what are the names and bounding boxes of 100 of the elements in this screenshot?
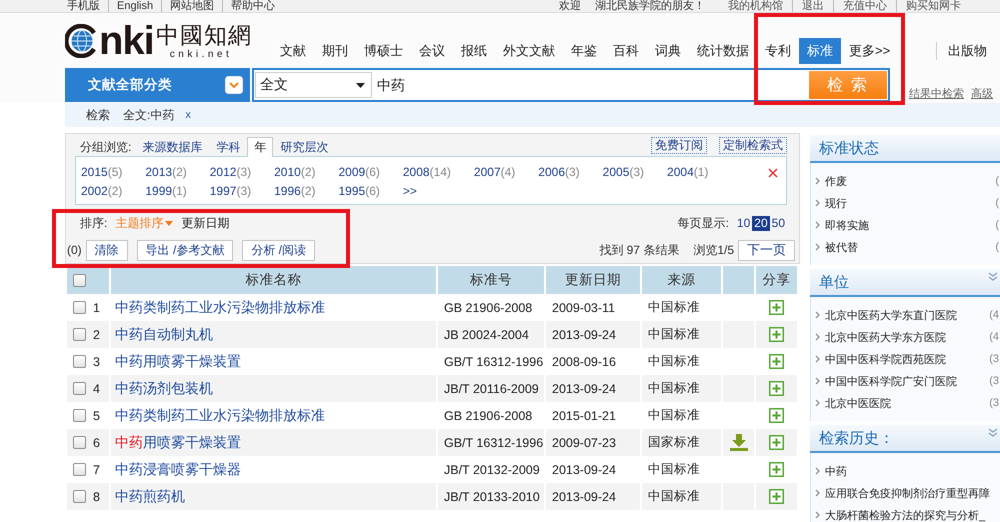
result-title-link[interactable]: 中药用喷雾干燥装置 bbox=[115, 434, 241, 450]
double-chevron-icon[interactable] bbox=[988, 428, 998, 438]
sidebar-link[interactable]: 中国中医科学院西苑医院 bbox=[825, 352, 946, 366]
add-share-icon[interactable] bbox=[769, 408, 784, 424]
add-share-icon[interactable] bbox=[769, 462, 784, 478]
nav-tab[interactable]: 统计数据 bbox=[689, 38, 757, 64]
result-title-link[interactable]: 中药浸膏喷雾干燥器 bbox=[115, 460, 241, 476]
nav-tab[interactable]: 会议 bbox=[411, 38, 453, 64]
close-icon[interactable] bbox=[768, 168, 778, 178]
add-share-icon[interactable] bbox=[769, 435, 784, 450]
row-checkbox[interactable] bbox=[73, 301, 86, 314]
row-checkbox[interactable] bbox=[73, 382, 86, 396]
page-size-option[interactable]: 50 bbox=[770, 216, 787, 230]
nav-tab[interactable]: 年鉴 bbox=[563, 38, 605, 64]
result-title-link[interactable]: 中药煎药机 bbox=[115, 488, 185, 504]
group-tab[interactable]: 年 bbox=[247, 137, 274, 157]
year-filter-link[interactable]: 1995(6) bbox=[338, 184, 380, 199]
top-link[interactable]: 退出 bbox=[792, 0, 833, 12]
group-tab[interactable]: 来源数据库 bbox=[135, 137, 210, 157]
remove-filter-link[interactable]: x bbox=[185, 109, 191, 121]
nav-tab[interactable]: 文献 bbox=[272, 38, 314, 64]
year-filter-link[interactable]: 2004(1) bbox=[667, 165, 708, 180]
top-link[interactable]: English bbox=[108, 0, 162, 12]
search-input[interactable]: 中药 bbox=[372, 72, 809, 98]
nav-tab[interactable]: 标准 bbox=[799, 38, 841, 64]
subscribe-button[interactable]: 免费订阅 bbox=[651, 136, 707, 154]
sidebar-link[interactable]: 应用联合免疫抑制剂治疗重型再障 bbox=[825, 486, 990, 500]
year-filter-link[interactable]: 2007(4) bbox=[474, 165, 516, 180]
top-link[interactable]: 充值中心 bbox=[833, 0, 896, 12]
top-link[interactable]: 网站地图 bbox=[161, 0, 222, 12]
nav-tab[interactable]: 期刊 bbox=[314, 38, 356, 64]
year-filter-link[interactable]: 1999(1) bbox=[145, 184, 187, 199]
year-filter-link[interactable]: 2013(2) bbox=[145, 165, 187, 180]
sidebar-link[interactable]: 北京中医药大学东方医院 bbox=[825, 330, 946, 344]
sidebar-link[interactable]: 被代替 bbox=[825, 240, 858, 254]
year-filter-link[interactable]: 1996(2) bbox=[274, 184, 316, 199]
nav-tab[interactable]: 词典 bbox=[647, 38, 689, 64]
category-dropdown[interactable]: 文献全部分类 bbox=[65, 68, 250, 102]
toolbar-button[interactable]: 分析 /阅读 bbox=[242, 240, 316, 260]
nav-tab[interactable]: 报纸 bbox=[453, 38, 495, 64]
select-all-checkbox[interactable] bbox=[73, 274, 86, 288]
nav-link[interactable]: 出版物 bbox=[948, 38, 988, 64]
sidebar-link[interactable]: 作废 bbox=[825, 174, 847, 188]
group-tab[interactable]: 研究层次 bbox=[273, 137, 336, 157]
result-title-link[interactable]: 中药类制药工业水污染物排放标准 bbox=[115, 406, 325, 422]
top-link[interactable]: 帮助中心 bbox=[222, 0, 284, 12]
group-tab[interactable]: 学科 bbox=[209, 137, 248, 157]
row-checkbox[interactable] bbox=[73, 436, 86, 450]
sidebar-link[interactable]: 中国中医科学院广安门医院 bbox=[825, 374, 957, 388]
add-share-icon[interactable] bbox=[769, 327, 784, 342]
logo-wordmark: nki bbox=[99, 23, 154, 59]
sidebar-link[interactable]: 中药 bbox=[825, 464, 847, 478]
sort-option[interactable]: 更新日期 bbox=[181, 214, 230, 232]
year-filter-link[interactable]: 2008(14) bbox=[402, 165, 451, 180]
result-title-link[interactable]: 中药用喷雾干燥装置 bbox=[115, 352, 241, 368]
top-link[interactable]: 我的机构馆 bbox=[719, 0, 792, 12]
nav-tab[interactable]: 专利 bbox=[757, 38, 799, 64]
page-size-option[interactable]: 10 bbox=[734, 216, 752, 230]
year-filter-link[interactable]: 2010(2) bbox=[274, 165, 316, 180]
row-checkbox[interactable] bbox=[73, 409, 86, 422]
double-chevron-icon[interactable] bbox=[988, 272, 998, 282]
subscribe-button[interactable]: 定制检索式 bbox=[719, 136, 787, 154]
search-link[interactable]: 结果中检索 bbox=[909, 86, 964, 101]
add-share-icon[interactable] bbox=[769, 300, 784, 316]
result-title-link[interactable]: 中药类制药工业水污染物排放标准 bbox=[115, 298, 325, 314]
row-checkbox[interactable] bbox=[73, 490, 86, 504]
row-checkbox[interactable] bbox=[73, 463, 86, 476]
download-icon[interactable] bbox=[730, 434, 748, 451]
next-page-button[interactable]: 下一页 bbox=[738, 240, 795, 260]
sidebar-link[interactable]: 大肠杆菌检验方法的探究与分析_ bbox=[825, 508, 986, 522]
row-checkbox[interactable] bbox=[73, 355, 86, 368]
add-share-icon[interactable] bbox=[769, 489, 784, 504]
year-filter-link[interactable]: 2015(5) bbox=[81, 165, 122, 180]
year-filter-link[interactable]: 2006(3) bbox=[538, 165, 580, 180]
nav-tab[interactable]: 外文文献 bbox=[495, 38, 563, 64]
nav-tab[interactable]: 博硕士 bbox=[356, 38, 411, 64]
toolbar-button[interactable]: 清除 bbox=[86, 240, 128, 260]
result-title-link[interactable]: 中药汤剂包装机 bbox=[115, 380, 213, 396]
year-filter-link[interactable]: 2005(3) bbox=[602, 165, 644, 180]
more-link[interactable]: >> bbox=[402, 184, 417, 199]
toolbar-button[interactable]: 导出 /参考文献 bbox=[136, 240, 234, 260]
page-size-option[interactable]: 20 bbox=[752, 216, 770, 230]
year-filter-link[interactable]: 2002(2) bbox=[81, 184, 122, 199]
sidebar-link[interactable]: 现行 bbox=[825, 196, 847, 210]
sidebar-link[interactable]: 北京中医医院 bbox=[825, 396, 891, 410]
year-filter-link[interactable]: 2009(6) bbox=[338, 165, 380, 180]
year-filter-link[interactable]: 2012(3) bbox=[210, 165, 252, 180]
top-link[interactable]: 手机版 bbox=[65, 0, 108, 12]
sidebar-link[interactable]: 北京中医药大学东直门医院 bbox=[825, 308, 957, 322]
row-checkbox[interactable] bbox=[73, 328, 86, 342]
nav-tab[interactable]: 更多>> bbox=[841, 38, 898, 64]
nav-tab[interactable]: 百科 bbox=[605, 38, 647, 64]
top-link[interactable]: 购买知网卡 bbox=[896, 0, 970, 12]
result-title-link[interactable]: 中药自动制丸机 bbox=[115, 326, 213, 342]
add-share-icon[interactable] bbox=[769, 354, 784, 370]
add-share-icon[interactable] bbox=[769, 381, 784, 396]
sidebar-link[interactable]: 即将实施 bbox=[825, 218, 869, 232]
field-select[interactable]: 全文 bbox=[255, 72, 372, 98]
search-link[interactable]: 高级 bbox=[971, 86, 993, 101]
year-filter-link[interactable]: 1997(3) bbox=[210, 184, 252, 199]
